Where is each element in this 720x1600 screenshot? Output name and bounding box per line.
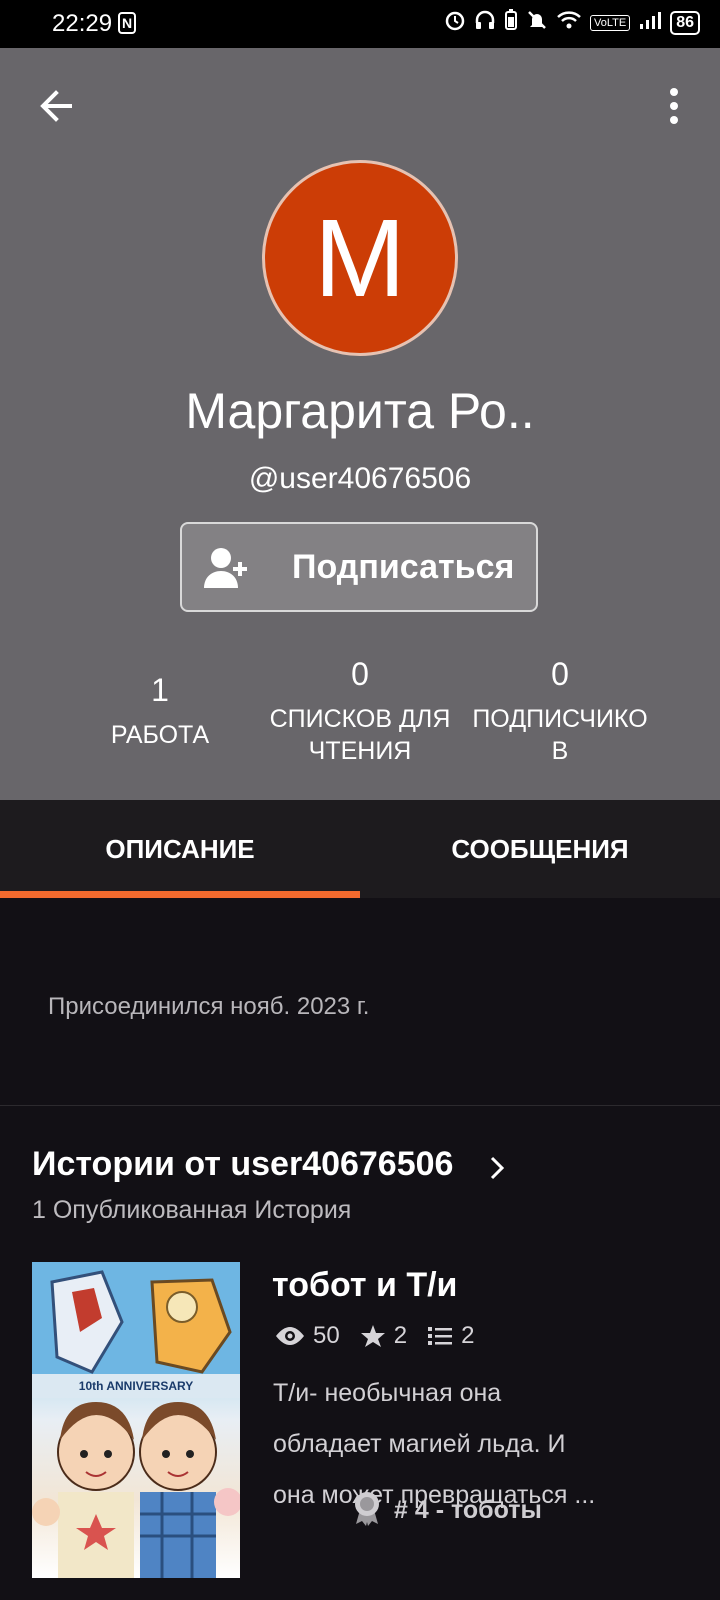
active-tab-indicator: [0, 891, 360, 898]
alarm-icon: [444, 9, 466, 36]
tab-about[interactable]: ОПИСАНИЕ: [0, 800, 360, 898]
battery-saver-icon: [504, 9, 518, 36]
signal-icon: [638, 9, 662, 36]
stat-works[interactable]: 1 РАБОТА: [90, 672, 230, 751]
avatar: M: [262, 160, 458, 356]
chevron-right-icon[interactable]: [488, 1154, 506, 1182]
story-description-line1: Т/и- необычная она: [273, 1379, 502, 1407]
story-stats: 50 2 2: [275, 1322, 474, 1350]
battery-indicator: 86: [670, 10, 700, 35]
mute-icon: [526, 9, 548, 36]
parts-count: 2: [461, 1322, 475, 1349]
works-label: РАБОТА: [110, 721, 210, 749]
parts-list-icon: [427, 1325, 453, 1347]
volte-badge: VoLTE: [589, 14, 631, 31]
stories-section-title[interactable]: Истории от user40676506: [32, 1145, 453, 1184]
status-icons: VoLTE 86: [444, 9, 700, 36]
story-cover-image[interactable]: 10th ANNIVERSARY: [32, 1262, 240, 1578]
award-ribbon-icon: [352, 1490, 382, 1531]
rank-badge: # 4 - тоботы: [352, 1490, 542, 1531]
display-name: Маргарита Ро..: [185, 383, 535, 439]
headphones-icon: [474, 9, 496, 36]
follow-button[interactable]: Подписаться: [180, 522, 538, 612]
profile-tabs: ОПИСАНИЕ СООБЩЕНИЯ: [0, 800, 720, 898]
divider: [0, 1105, 720, 1106]
reading-lists-label: СПИСКОВ ДЛЯ ЧТЕНИЯ: [255, 703, 465, 767]
works-count: 1: [151, 672, 169, 708]
username: @user40676506: [248, 462, 472, 495]
nfc-icon: N: [118, 12, 136, 34]
stat-followers[interactable]: 0 ПОДПИСЧИКО В: [460, 656, 660, 767]
add-person-icon: [204, 546, 250, 590]
reading-lists-label-line1: СПИСКОВ ДЛЯ: [269, 705, 451, 733]
back-arrow-icon[interactable]: [36, 86, 76, 126]
cover-title-text: 10th ANNIVERSARY: [79, 1379, 193, 1393]
views-icon: [275, 1325, 305, 1347]
views-count: 50: [313, 1322, 340, 1349]
rank-text: # 4 - тоботы: [394, 1496, 542, 1524]
followers-label-line2: В: [551, 737, 569, 765]
more-options-icon[interactable]: [666, 86, 682, 126]
reading-lists-label-line2: ЧТЕНИЯ: [308, 737, 412, 765]
status-time: 22:29: [52, 10, 113, 37]
reading-lists-count: 0: [351, 656, 369, 692]
votes-count: 2: [393, 1322, 408, 1349]
followers-label-line1: ПОДПИСЧИКО: [472, 705, 648, 733]
wifi-icon: [556, 9, 582, 36]
votes-icon: [360, 1324, 386, 1348]
joined-date: Присоединился нояб. 2023 г.: [48, 993, 370, 1020]
tab-messages[interactable]: СООБЩЕНИЯ: [360, 800, 720, 898]
follow-label: Подписаться: [292, 548, 515, 586]
story-title[interactable]: тобот и Т/и: [272, 1266, 457, 1305]
followers-count: 0: [551, 656, 569, 692]
profile-header: M Маргарита Ро.. @user40676506 Подписать…: [0, 48, 720, 800]
stat-reading-lists[interactable]: 0 СПИСКОВ ДЛЯ ЧТЕНИЯ: [255, 656, 465, 767]
status-bar: 22:29 N VoLTE 86: [0, 0, 720, 48]
story-description-line2: обладает магией льда. И: [273, 1430, 566, 1458]
followers-label: ПОДПИСЧИКО В: [460, 703, 660, 767]
stories-count: 1 Опубликованная История: [32, 1196, 352, 1224]
